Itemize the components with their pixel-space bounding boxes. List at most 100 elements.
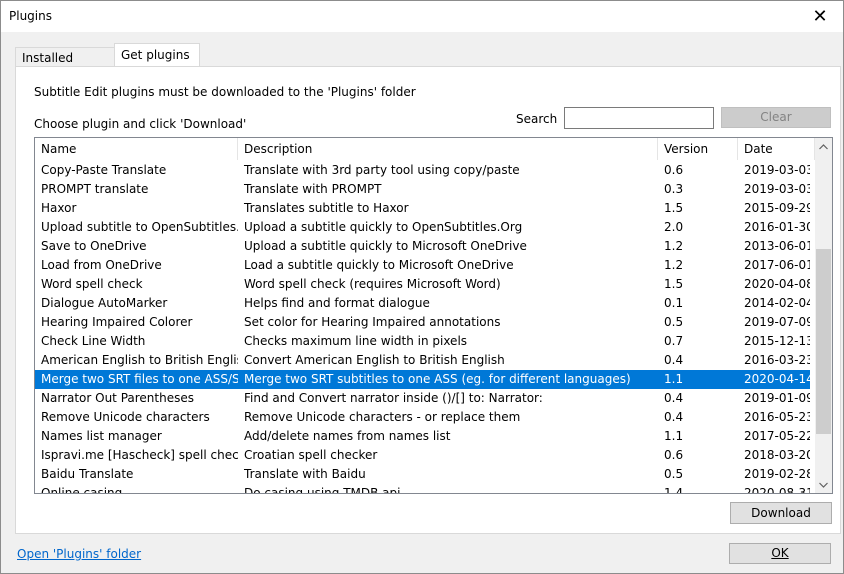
cell-name: Haxor <box>41 201 77 215</box>
cell-version: 0.4 <box>664 353 684 367</box>
cell-version: 2.0 <box>664 220 684 234</box>
cell-version: 1.5 <box>664 201 684 215</box>
cell-date: 2016-05-23 <box>744 410 810 424</box>
cell-description: Croatian spell checker <box>244 448 378 462</box>
cell-name: Names list manager <box>41 429 162 443</box>
table-row[interactable]: Copy-Paste Translate Translate with 3rd p… <box>35 161 810 180</box>
cell-date: 2015-09-29 <box>744 201 810 215</box>
column-header-description[interactable]: Description <box>238 138 658 160</box>
table-row[interactable]: Check Line Width Checks maximum line widt… <box>35 332 810 351</box>
cell-name: Load from OneDrive <box>41 258 162 272</box>
search-label: Search <box>516 112 558 126</box>
column-header-date[interactable]: Date <box>738 138 815 160</box>
open-plugins-folder-link[interactable]: Open 'Plugins' folder <box>17 547 141 561</box>
cell-description: Translate with 3rd party tool using copy… <box>244 163 520 177</box>
info-text: Subtitle Edit plugins must be downloaded… <box>34 85 416 99</box>
cell-version: 0.5 <box>664 315 684 329</box>
cell-date: 2019-03-03 <box>744 163 810 177</box>
cell-description: Checks maximum line width in pixels <box>244 334 468 348</box>
cell-description: Add/delete names from names list <box>244 429 451 443</box>
table-row[interactable]: Load from OneDrive Load a subtitle quickl… <box>35 256 810 275</box>
cell-version: 0.5 <box>664 467 684 481</box>
column-header-name[interactable]: Name <box>35 138 238 160</box>
cell-version: 0.6 <box>664 163 684 177</box>
tab-get-plugins[interactable]: Get plugins <box>114 43 200 67</box>
table-row[interactable]: Upload subtitle to OpenSubtitles.org Uplo… <box>35 218 810 237</box>
cell-name: Ispravi.me [Hascheck] spell checker <box>41 448 238 462</box>
cell-description: Helps find and format dialogue <box>244 296 430 310</box>
scroll-down-icon[interactable] <box>815 476 832 493</box>
table-row[interactable]: PROMPT translate Translate with PROMPT 0.3… <box>35 180 810 199</box>
cell-name: Narrator Out Parentheses <box>41 391 194 405</box>
tab-installed-plugins[interactable]: Installed plugins <box>15 47 125 85</box>
cell-version: 0.4 <box>664 410 684 424</box>
cell-description: Remove Unicode characters - or replace t… <box>244 410 521 424</box>
cell-name: Merge two SRT files to one ASS/SSA <box>41 372 238 386</box>
table-row[interactable]: Dialogue AutoMarker Helps find and format… <box>35 294 810 313</box>
cell-name: Baidu Translate <box>41 467 134 481</box>
cell-description: Convert American English to British Engl… <box>244 353 505 367</box>
cell-version: 0.4 <box>664 391 684 405</box>
plugins-dialog: Plugins ✕ Installed plugins Get plugins … <box>0 0 844 574</box>
cell-description: Translate with PROMPT <box>244 182 382 196</box>
cell-date: 2019-01-09 <box>744 391 810 405</box>
scroll-thumb[interactable] <box>816 249 831 434</box>
plugins-list[interactable]: Name Description Version Date Copy-Paste… <box>34 137 833 494</box>
table-row[interactable]: Baidu Translate Translate with Baidu 0.5 20… <box>35 465 810 484</box>
cell-date: 2017-05-22 <box>744 429 810 443</box>
cell-description: Upload a subtitle quickly to OpenSubtitl… <box>244 220 523 234</box>
cell-description: Set color for Hearing Impaired annotatio… <box>244 315 501 329</box>
cell-description: Do casing using TMDB api <box>244 486 401 494</box>
table-row[interactable]: American English to British English Conve… <box>35 351 810 370</box>
table-row[interactable]: Ispravi.me [Hascheck] spell checker Croat… <box>35 446 810 465</box>
cell-name: Word spell check <box>41 277 143 291</box>
table-row[interactable]: Remove Unicode characters Remove Unicode … <box>35 408 810 427</box>
title-bar: Plugins ✕ <box>1 1 843 32</box>
cell-date: 2017-06-01 <box>744 258 810 272</box>
scroll-up-icon[interactable] <box>815 138 832 155</box>
cell-version: 1.2 <box>664 258 684 272</box>
cell-description: Upload a subtitle quickly to Microsoft O… <box>244 239 527 253</box>
cell-name: Online casing <box>41 486 123 494</box>
cell-version: 1.5 <box>664 277 684 291</box>
cell-date: 2013-06-01 <box>744 239 810 253</box>
table-row[interactable]: Narrator Out Parentheses Find and Convert… <box>35 389 810 408</box>
cell-name: Upload subtitle to OpenSubtitles.org <box>41 220 238 234</box>
table-row[interactable]: Online casing Do casing using TMDB api 1.4… <box>35 484 810 494</box>
cell-version: 1.1 <box>664 372 684 386</box>
table-row[interactable]: Word spell check Word spell check (requir… <box>35 275 810 294</box>
table-row[interactable]: Hearing Impaired Colorer Set color for He… <box>35 313 810 332</box>
cell-description: Translates subtitle to Haxor <box>244 201 409 215</box>
table-row[interactable]: Names list manager Add/delete names from … <box>35 427 810 446</box>
table-row[interactable]: Haxor Translates subtitle to Haxor 1.5 2015… <box>35 199 810 218</box>
cell-date: 2016-03-23 <box>744 353 810 367</box>
search-input[interactable] <box>564 107 714 129</box>
cell-name: Save to OneDrive <box>41 239 147 253</box>
ok-button[interactable]: OK <box>729 543 831 564</box>
cell-date: 2020-08-31 <box>744 486 810 494</box>
cell-name: Dialogue AutoMarker <box>41 296 168 310</box>
download-button[interactable]: Download <box>730 502 832 524</box>
cell-name: Remove Unicode characters <box>41 410 210 424</box>
close-icon[interactable]: ✕ <box>797 1 843 32</box>
cell-name: Check Line Width <box>41 334 146 348</box>
column-header-version[interactable]: Version <box>658 138 738 160</box>
choose-instruction: Choose plugin and click 'Download' <box>34 117 247 131</box>
vertical-scrollbar[interactable] <box>815 138 832 493</box>
cell-date: 2014-02-04 <box>744 296 810 310</box>
cell-description: Find and Convert narrator inside ()/[] t… <box>244 391 543 405</box>
table-row[interactable]: Merge two SRT files to one ASS/SSA Merge … <box>35 370 810 389</box>
window-title: Plugins <box>9 9 52 23</box>
cell-date: 2015-12-13 <box>744 334 810 348</box>
cell-name: Copy-Paste Translate <box>41 163 167 177</box>
cell-description: Merge two SRT subtitles to one ASS (eg. … <box>244 372 631 386</box>
cell-version: 0.7 <box>664 334 684 348</box>
table-row[interactable]: Save to OneDrive Upload a subtitle quickl… <box>35 237 810 256</box>
cell-description: Translate with Baidu <box>244 467 366 481</box>
clear-button[interactable]: Clear <box>721 107 831 128</box>
cell-description: Load a subtitle quickly to Microsoft One… <box>244 258 514 272</box>
cell-version: 0.1 <box>664 296 684 310</box>
cell-version: 1.1 <box>664 429 684 443</box>
cell-version: 1.4 <box>664 486 684 494</box>
cell-date: 2020-04-14 <box>744 372 810 386</box>
